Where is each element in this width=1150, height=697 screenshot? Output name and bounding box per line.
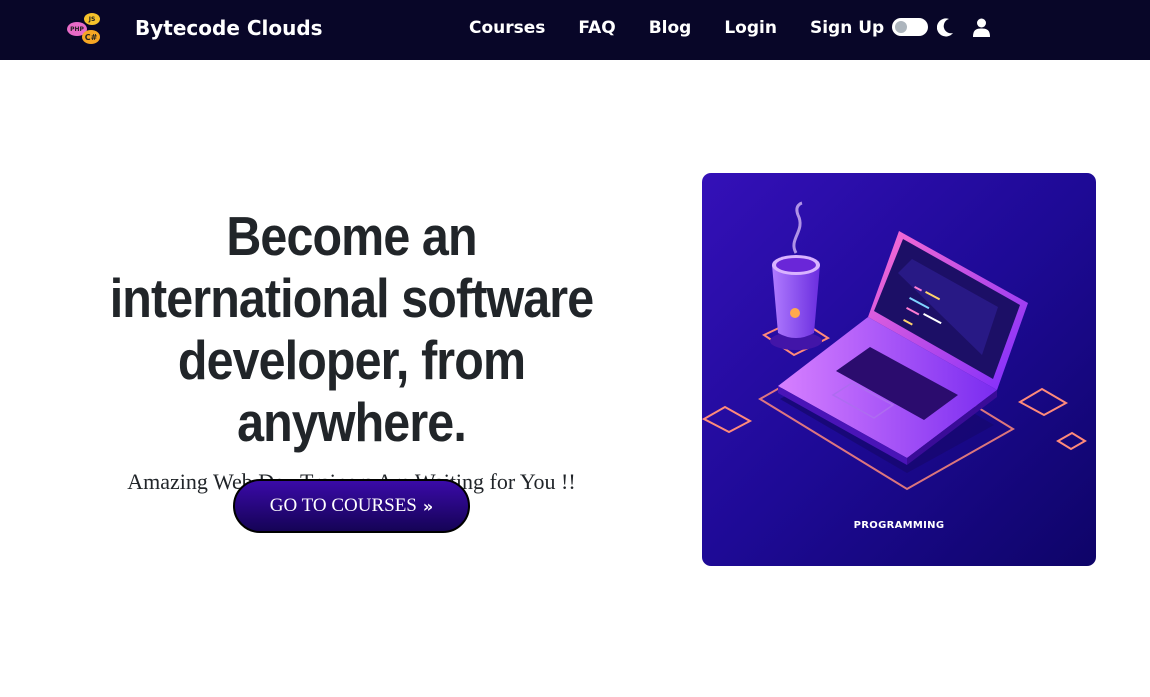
hero-headline: Become an international software develop… [109,205,594,453]
logo-csharp-text: C# [85,33,98,42]
programming-illustration: PROGRAMMING [702,173,1096,566]
moon-icon [937,18,953,37]
nav-link-faq[interactable]: FAQ [578,18,615,38]
laptop-illustration [702,173,1096,566]
illustration-caption: PROGRAMMING [853,520,945,531]
go-to-courses-button[interactable]: GO TO COURSES » [233,479,470,533]
nav-link-blog[interactable]: Blog [649,18,692,38]
logo-js-text: JS [88,16,96,23]
user-icon[interactable] [973,18,990,37]
nav-link-login[interactable]: Login [724,18,777,38]
brand-name[interactable]: Bytecode Clouds [135,16,323,40]
nav-link-signup[interactable]: Sign Up [810,18,884,38]
cta-label: GO TO COURSES [269,495,417,516]
logo-php-text: PHP [70,26,84,33]
brand[interactable]: JS PHP C# Bytecode Clouds [66,13,323,47]
navbar: JS PHP C# Bytecode Clouds Courses FAQ Bl… [0,0,1150,60]
nav-links: Courses FAQ Blog Login Sign Up [469,18,917,38]
double-chevron-right-icon: » [422,496,434,516]
nav-tools [892,17,990,37]
nav-link-courses[interactable]: Courses [469,18,545,38]
theme-toggle[interactable] [892,18,928,36]
toggle-knob [895,21,907,33]
logo-icon: JS PHP C# [67,13,100,44]
hero-text: Become an international software develop… [60,205,643,495]
